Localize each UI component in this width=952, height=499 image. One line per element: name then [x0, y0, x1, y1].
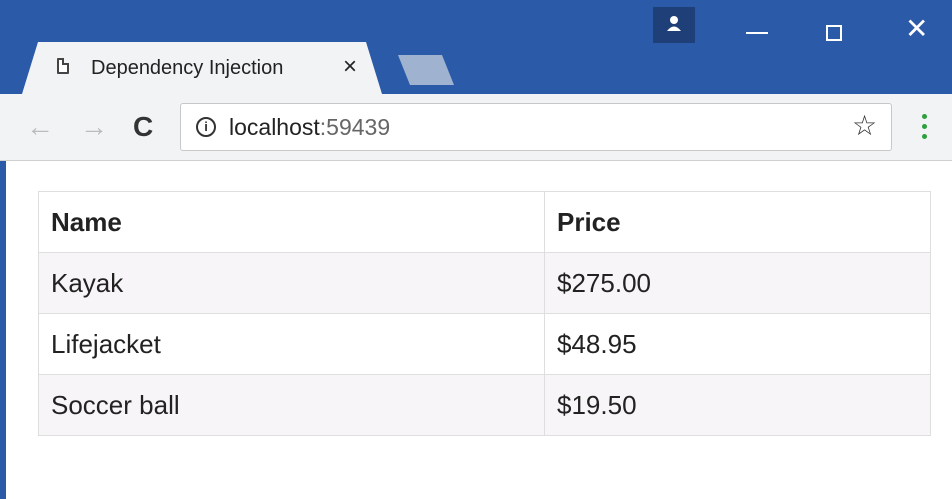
bookmark-star-icon[interactable]: ☆	[852, 111, 877, 141]
product-price: $275.00	[544, 252, 931, 314]
forward-arrow-icon[interactable]: →	[80, 112, 108, 142]
profile-button[interactable]	[653, 7, 695, 43]
products-table: Name Price Kayak $275.00 Lifejacket $48.…	[38, 191, 931, 436]
column-header-name: Name	[38, 191, 545, 253]
url-text[interactable]: localhost:59439	[229, 114, 390, 141]
kebab-menu-icon[interactable]	[922, 114, 928, 140]
product-price: $48.95	[544, 313, 931, 375]
person-icon	[667, 16, 681, 31]
reload-icon[interactable]: C	[133, 112, 153, 142]
close-window-button[interactable]: ✕	[905, 14, 928, 44]
product-name: Lifejacket	[38, 313, 545, 375]
maximize-button[interactable]	[826, 25, 842, 41]
tab-close-icon[interactable]: ×	[343, 54, 357, 80]
table-row: Lifejacket $48.95	[38, 313, 931, 375]
tab-title: Dependency Injection	[91, 57, 284, 79]
table-row: Kayak $275.00	[38, 252, 931, 314]
url-host: localhost	[229, 114, 320, 140]
product-name: Kayak	[38, 252, 545, 314]
column-header-price: Price	[544, 191, 931, 253]
minimize-button[interactable]	[746, 32, 768, 34]
page-icon	[57, 58, 69, 74]
table-header-row: Name Price	[38, 191, 931, 253]
info-icon[interactable]: i	[196, 117, 216, 137]
product-price: $19.50	[544, 374, 931, 436]
table-row: Soccer ball $19.50	[38, 374, 931, 436]
back-arrow-icon[interactable]: ←	[26, 112, 54, 142]
product-name: Soccer ball	[38, 374, 545, 436]
url-port: :59439	[319, 114, 391, 140]
